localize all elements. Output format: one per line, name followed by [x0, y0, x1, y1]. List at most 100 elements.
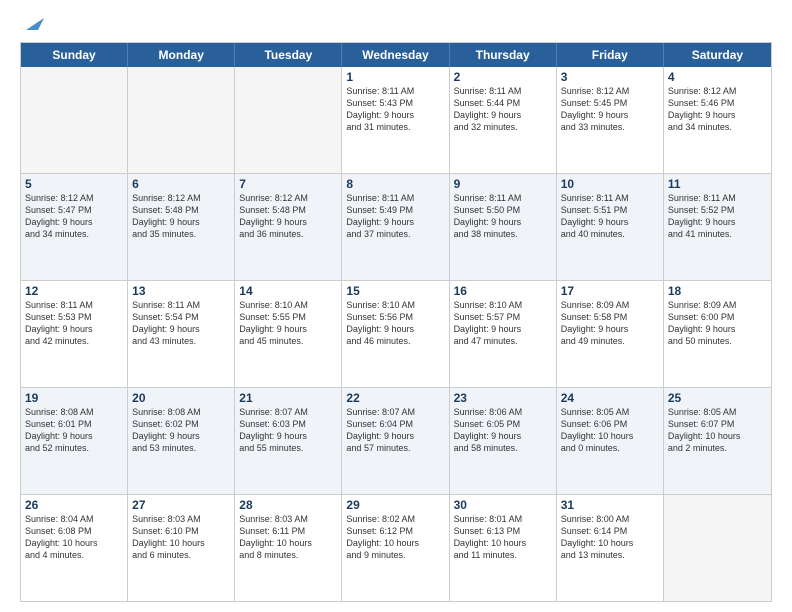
- day-info: Sunrise: 8:11 AM Sunset: 5:54 PM Dayligh…: [132, 299, 230, 348]
- day-info: Sunrise: 8:05 AM Sunset: 6:07 PM Dayligh…: [668, 406, 767, 455]
- page: SundayMondayTuesdayWednesdayThursdayFrid…: [0, 0, 792, 612]
- calendar-cell: 5Sunrise: 8:12 AM Sunset: 5:47 PM Daylig…: [21, 174, 128, 280]
- day-number: 8: [346, 177, 444, 191]
- calendar-row-0: 1Sunrise: 8:11 AM Sunset: 5:43 PM Daylig…: [21, 67, 771, 174]
- calendar-cell: 24Sunrise: 8:05 AM Sunset: 6:06 PM Dayli…: [557, 388, 664, 494]
- day-number: 31: [561, 498, 659, 512]
- day-number: 16: [454, 284, 552, 298]
- calendar-cell: 12Sunrise: 8:11 AM Sunset: 5:53 PM Dayli…: [21, 281, 128, 387]
- weekday-header-sunday: Sunday: [21, 43, 128, 67]
- calendar-row-2: 12Sunrise: 8:11 AM Sunset: 5:53 PM Dayli…: [21, 281, 771, 388]
- day-number: 27: [132, 498, 230, 512]
- day-info: Sunrise: 8:11 AM Sunset: 5:43 PM Dayligh…: [346, 85, 444, 134]
- weekday-header-thursday: Thursday: [450, 43, 557, 67]
- day-info: Sunrise: 8:11 AM Sunset: 5:53 PM Dayligh…: [25, 299, 123, 348]
- weekday-header-monday: Monday: [128, 43, 235, 67]
- calendar-row-3: 19Sunrise: 8:08 AM Sunset: 6:01 PM Dayli…: [21, 388, 771, 495]
- weekday-header-tuesday: Tuesday: [235, 43, 342, 67]
- calendar-row-1: 5Sunrise: 8:12 AM Sunset: 5:47 PM Daylig…: [21, 174, 771, 281]
- day-info: Sunrise: 8:02 AM Sunset: 6:12 PM Dayligh…: [346, 513, 444, 562]
- day-number: 17: [561, 284, 659, 298]
- day-number: 28: [239, 498, 337, 512]
- day-info: Sunrise: 8:10 AM Sunset: 5:55 PM Dayligh…: [239, 299, 337, 348]
- weekday-header-friday: Friday: [557, 43, 664, 67]
- day-number: 15: [346, 284, 444, 298]
- day-number: 25: [668, 391, 767, 405]
- day-info: Sunrise: 8:11 AM Sunset: 5:51 PM Dayligh…: [561, 192, 659, 241]
- day-info: Sunrise: 8:11 AM Sunset: 5:52 PM Dayligh…: [668, 192, 767, 241]
- weekday-header-wednesday: Wednesday: [342, 43, 449, 67]
- logo: [20, 16, 44, 34]
- day-info: Sunrise: 8:12 AM Sunset: 5:45 PM Dayligh…: [561, 85, 659, 134]
- day-info: Sunrise: 8:01 AM Sunset: 6:13 PM Dayligh…: [454, 513, 552, 562]
- calendar-cell: 29Sunrise: 8:02 AM Sunset: 6:12 PM Dayli…: [342, 495, 449, 601]
- day-number: 9: [454, 177, 552, 191]
- calendar-cell: 23Sunrise: 8:06 AM Sunset: 6:05 PM Dayli…: [450, 388, 557, 494]
- day-info: Sunrise: 8:03 AM Sunset: 6:11 PM Dayligh…: [239, 513, 337, 562]
- day-number: 19: [25, 391, 123, 405]
- day-number: 11: [668, 177, 767, 191]
- day-info: Sunrise: 8:07 AM Sunset: 6:03 PM Dayligh…: [239, 406, 337, 455]
- day-info: Sunrise: 8:12 AM Sunset: 5:48 PM Dayligh…: [132, 192, 230, 241]
- day-number: 7: [239, 177, 337, 191]
- calendar-cell: 22Sunrise: 8:07 AM Sunset: 6:04 PM Dayli…: [342, 388, 449, 494]
- calendar-cell: 18Sunrise: 8:09 AM Sunset: 6:00 PM Dayli…: [664, 281, 771, 387]
- day-number: 24: [561, 391, 659, 405]
- calendar-cell: 13Sunrise: 8:11 AM Sunset: 5:54 PM Dayli…: [128, 281, 235, 387]
- calendar-cell: 9Sunrise: 8:11 AM Sunset: 5:50 PM Daylig…: [450, 174, 557, 280]
- day-number: 30: [454, 498, 552, 512]
- day-info: Sunrise: 8:08 AM Sunset: 6:01 PM Dayligh…: [25, 406, 123, 455]
- day-number: 6: [132, 177, 230, 191]
- day-info: Sunrise: 8:09 AM Sunset: 5:58 PM Dayligh…: [561, 299, 659, 348]
- day-number: 5: [25, 177, 123, 191]
- calendar-cell: 11Sunrise: 8:11 AM Sunset: 5:52 PM Dayli…: [664, 174, 771, 280]
- day-number: 14: [239, 284, 337, 298]
- calendar-cell: 7Sunrise: 8:12 AM Sunset: 5:48 PM Daylig…: [235, 174, 342, 280]
- calendar-header: SundayMondayTuesdayWednesdayThursdayFrid…: [21, 43, 771, 67]
- calendar-cell: 1Sunrise: 8:11 AM Sunset: 5:43 PM Daylig…: [342, 67, 449, 173]
- day-info: Sunrise: 8:11 AM Sunset: 5:50 PM Dayligh…: [454, 192, 552, 241]
- day-info: Sunrise: 8:09 AM Sunset: 6:00 PM Dayligh…: [668, 299, 767, 348]
- day-number: 12: [25, 284, 123, 298]
- day-info: Sunrise: 8:04 AM Sunset: 6:08 PM Dayligh…: [25, 513, 123, 562]
- calendar-cell: 17Sunrise: 8:09 AM Sunset: 5:58 PM Dayli…: [557, 281, 664, 387]
- calendar-cell: [21, 67, 128, 173]
- calendar-cell: 3Sunrise: 8:12 AM Sunset: 5:45 PM Daylig…: [557, 67, 664, 173]
- day-number: 4: [668, 70, 767, 84]
- calendar-cell: 8Sunrise: 8:11 AM Sunset: 5:49 PM Daylig…: [342, 174, 449, 280]
- day-info: Sunrise: 8:03 AM Sunset: 6:10 PM Dayligh…: [132, 513, 230, 562]
- calendar-cell: 14Sunrise: 8:10 AM Sunset: 5:55 PM Dayli…: [235, 281, 342, 387]
- day-number: 2: [454, 70, 552, 84]
- calendar-cell: 30Sunrise: 8:01 AM Sunset: 6:13 PM Dayli…: [450, 495, 557, 601]
- calendar-cell: 6Sunrise: 8:12 AM Sunset: 5:48 PM Daylig…: [128, 174, 235, 280]
- day-number: 13: [132, 284, 230, 298]
- calendar-cell: 25Sunrise: 8:05 AM Sunset: 6:07 PM Dayli…: [664, 388, 771, 494]
- calendar-row-4: 26Sunrise: 8:04 AM Sunset: 6:08 PM Dayli…: [21, 495, 771, 601]
- day-info: Sunrise: 8:10 AM Sunset: 5:56 PM Dayligh…: [346, 299, 444, 348]
- calendar-cell: 26Sunrise: 8:04 AM Sunset: 6:08 PM Dayli…: [21, 495, 128, 601]
- day-info: Sunrise: 8:10 AM Sunset: 5:57 PM Dayligh…: [454, 299, 552, 348]
- calendar-cell: 15Sunrise: 8:10 AM Sunset: 5:56 PM Dayli…: [342, 281, 449, 387]
- calendar: SundayMondayTuesdayWednesdayThursdayFrid…: [20, 42, 772, 602]
- calendar-cell: 16Sunrise: 8:10 AM Sunset: 5:57 PM Dayli…: [450, 281, 557, 387]
- calendar-cell: [235, 67, 342, 173]
- calendar-cell: 2Sunrise: 8:11 AM Sunset: 5:44 PM Daylig…: [450, 67, 557, 173]
- weekday-header-saturday: Saturday: [664, 43, 771, 67]
- day-number: 29: [346, 498, 444, 512]
- day-number: 26: [25, 498, 123, 512]
- day-number: 20: [132, 391, 230, 405]
- calendar-cell: [128, 67, 235, 173]
- day-info: Sunrise: 8:05 AM Sunset: 6:06 PM Dayligh…: [561, 406, 659, 455]
- calendar-cell: 10Sunrise: 8:11 AM Sunset: 5:51 PM Dayli…: [557, 174, 664, 280]
- calendar-cell: 19Sunrise: 8:08 AM Sunset: 6:01 PM Dayli…: [21, 388, 128, 494]
- day-info: Sunrise: 8:07 AM Sunset: 6:04 PM Dayligh…: [346, 406, 444, 455]
- day-number: 1: [346, 70, 444, 84]
- day-number: 22: [346, 391, 444, 405]
- day-number: 10: [561, 177, 659, 191]
- day-info: Sunrise: 8:12 AM Sunset: 5:47 PM Dayligh…: [25, 192, 123, 241]
- calendar-cell: 28Sunrise: 8:03 AM Sunset: 6:11 PM Dayli…: [235, 495, 342, 601]
- day-info: Sunrise: 8:12 AM Sunset: 5:46 PM Dayligh…: [668, 85, 767, 134]
- day-info: Sunrise: 8:06 AM Sunset: 6:05 PM Dayligh…: [454, 406, 552, 455]
- day-info: Sunrise: 8:12 AM Sunset: 5:48 PM Dayligh…: [239, 192, 337, 241]
- calendar-cell: 20Sunrise: 8:08 AM Sunset: 6:02 PM Dayli…: [128, 388, 235, 494]
